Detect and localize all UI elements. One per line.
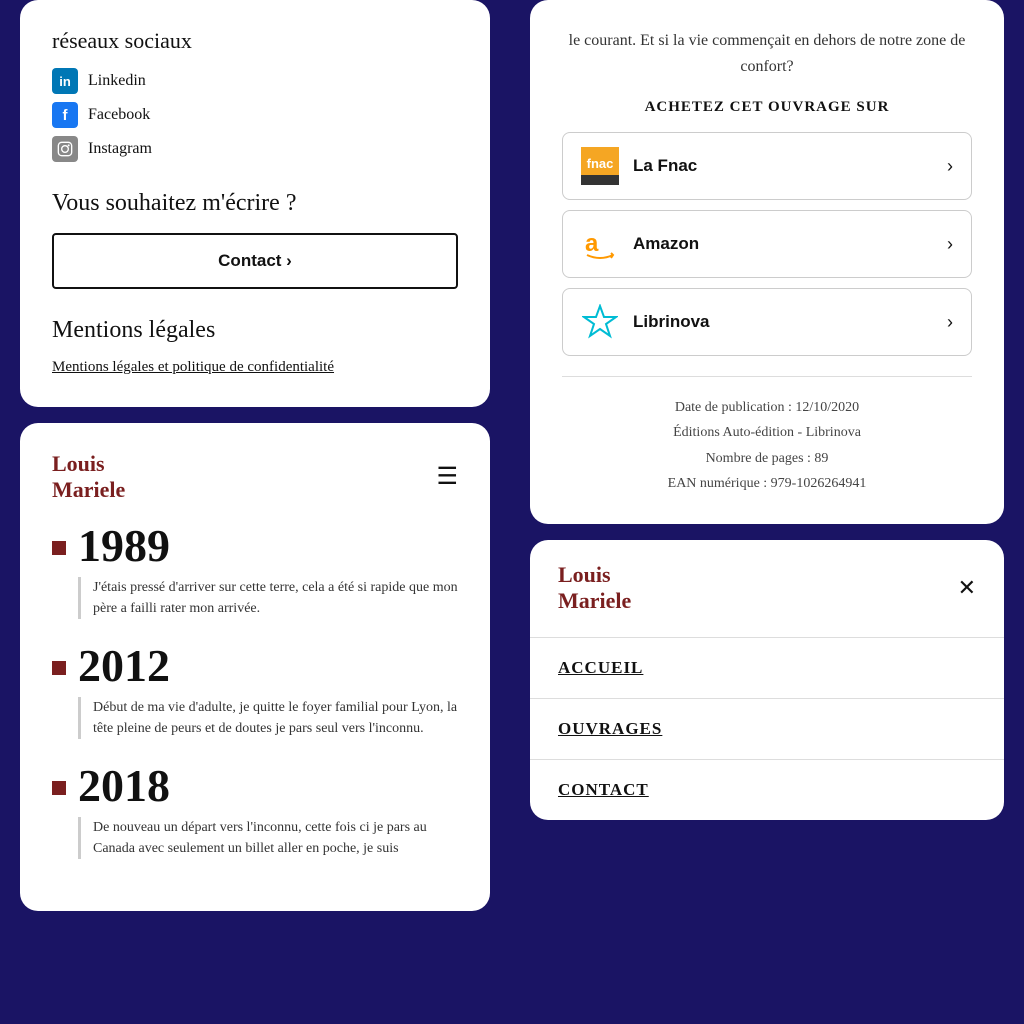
book-meta: Date de publication : 12/10/2020 Édition… [562,376,972,496]
librinova-name: Librinova [633,312,710,332]
timeline-item-2012: 2012 Début de ma vie d'adulte, je quitte… [52,643,458,739]
timeline-marker-3 [52,763,66,859]
buy-title: ACHETEZ CET OUVRAGE SUR [562,99,972,116]
timeline: 1989 J'étais pressé d'arriver sur cette … [52,523,458,859]
mentions-section: Mentions légales Mentions légales et pol… [52,317,458,379]
instagram-icon [52,136,78,162]
fnac-chevron: › [947,156,953,177]
menu-item-ouvrages[interactable]: OUVRAGES [530,699,1004,760]
librinova-logo [581,303,619,341]
hamburger-button[interactable]: ☰ [436,462,458,491]
contact-button[interactable]: Contact › [52,233,458,289]
timeline-year-2012: 2012 [78,643,458,689]
instagram-label: Instagram [88,140,152,158]
mentions-link[interactable]: Mentions légales et politique de confide… [52,359,334,375]
amazon-logo: a [581,225,619,263]
social-section: réseaux sociaux in Linkedin f Facebook [52,28,458,162]
book-card: le courant. Et si la vie commençait en d… [530,0,1004,524]
amazon-left: a Amazon [581,225,699,263]
amazon-button[interactable]: a Amazon › [562,210,972,278]
timeline-year-2018: 2018 [78,763,458,809]
librinova-button[interactable]: Librinova › [562,288,972,356]
menu-item-accueil[interactable]: ACCUEIL [530,638,1004,699]
menu-item-contact[interactable]: CONTACT [530,760,1004,820]
amazon-name: Amazon [633,234,699,254]
nav-bar: Louis Mariele ☰ [52,451,458,504]
timeline-item-1989: 1989 J'étais pressé d'arriver sur cette … [52,523,458,619]
timeline-square-2 [52,661,66,675]
fnac-name: La Fnac [633,156,697,176]
fnac-left: fnac La Fnac [581,147,697,185]
social-contact-card: réseaux sociaux in Linkedin f Facebook [20,0,490,407]
fnac-logo: fnac [581,147,619,185]
book-intro: le courant. Et si la vie commençait en d… [562,28,972,79]
linkedin-label: Linkedin [88,72,146,90]
buy-section: ACHETEZ CET OUVRAGE SUR fnac La Fnac › a [562,99,972,356]
amazon-chevron: › [947,234,953,255]
menu-header: Louis Mariele ✕ [530,540,1004,638]
mobile-menu-card: Louis Mariele ✕ ACCUEIL OUVRAGES CONTACT [530,540,1004,820]
timeline-content-2018: 2018 De nouveau un départ vers l'inconnu… [78,763,458,859]
timeline-text-2012: Début de ma vie d'adulte, je quitte le f… [78,697,458,739]
brand-logo-left: Louis Mariele [52,451,125,504]
facebook-label: Facebook [88,106,150,124]
timeline-text-2018: De nouveau un départ vers l'inconnu, cet… [78,817,458,859]
librinova-chevron: › [947,312,953,333]
librinova-left: Librinova [581,303,710,341]
write-section: Vous souhaitez m'écrire ? Contact › [52,190,458,289]
pages: Nombre de pages : 89 [562,446,972,471]
menu-brand-logo: Louis Mariele [558,562,631,615]
linkedin-item[interactable]: in Linkedin [52,68,458,94]
facebook-item[interactable]: f Facebook [52,102,458,128]
close-menu-button[interactable]: ✕ [958,575,976,601]
instagram-item[interactable]: Instagram [52,136,458,162]
timeline-content-2012: 2012 Début de ma vie d'adulte, je quitte… [78,643,458,739]
svg-text:a: a [585,230,599,257]
timeline-content-1989: 1989 J'étais pressé d'arriver sur cette … [78,523,458,619]
timeline-square [52,541,66,555]
publish-date: Date de publication : 12/10/2020 [562,395,972,420]
facebook-icon: f [52,102,78,128]
timeline-card: Louis Mariele ☰ 1989 J'étais pressé d'ar… [20,423,490,912]
ean: EAN numérique : 979-1026264941 [562,471,972,496]
social-title: réseaux sociaux [52,28,458,54]
timeline-marker [52,523,66,619]
edition: Éditions Auto-édition - Librinova [562,420,972,445]
mentions-title: Mentions légales [52,317,458,344]
fnac-button[interactable]: fnac La Fnac › [562,132,972,200]
linkedin-icon: in [52,68,78,94]
timeline-year-1989: 1989 [78,523,458,569]
write-title: Vous souhaitez m'écrire ? [52,190,458,217]
timeline-text-1989: J'étais pressé d'arriver sur cette terre… [78,577,458,619]
timeline-marker-2 [52,643,66,739]
timeline-square-3 [52,781,66,795]
social-list: in Linkedin f Facebook Instagra [52,68,458,162]
timeline-item-2018: 2018 De nouveau un départ vers l'inconnu… [52,763,458,859]
